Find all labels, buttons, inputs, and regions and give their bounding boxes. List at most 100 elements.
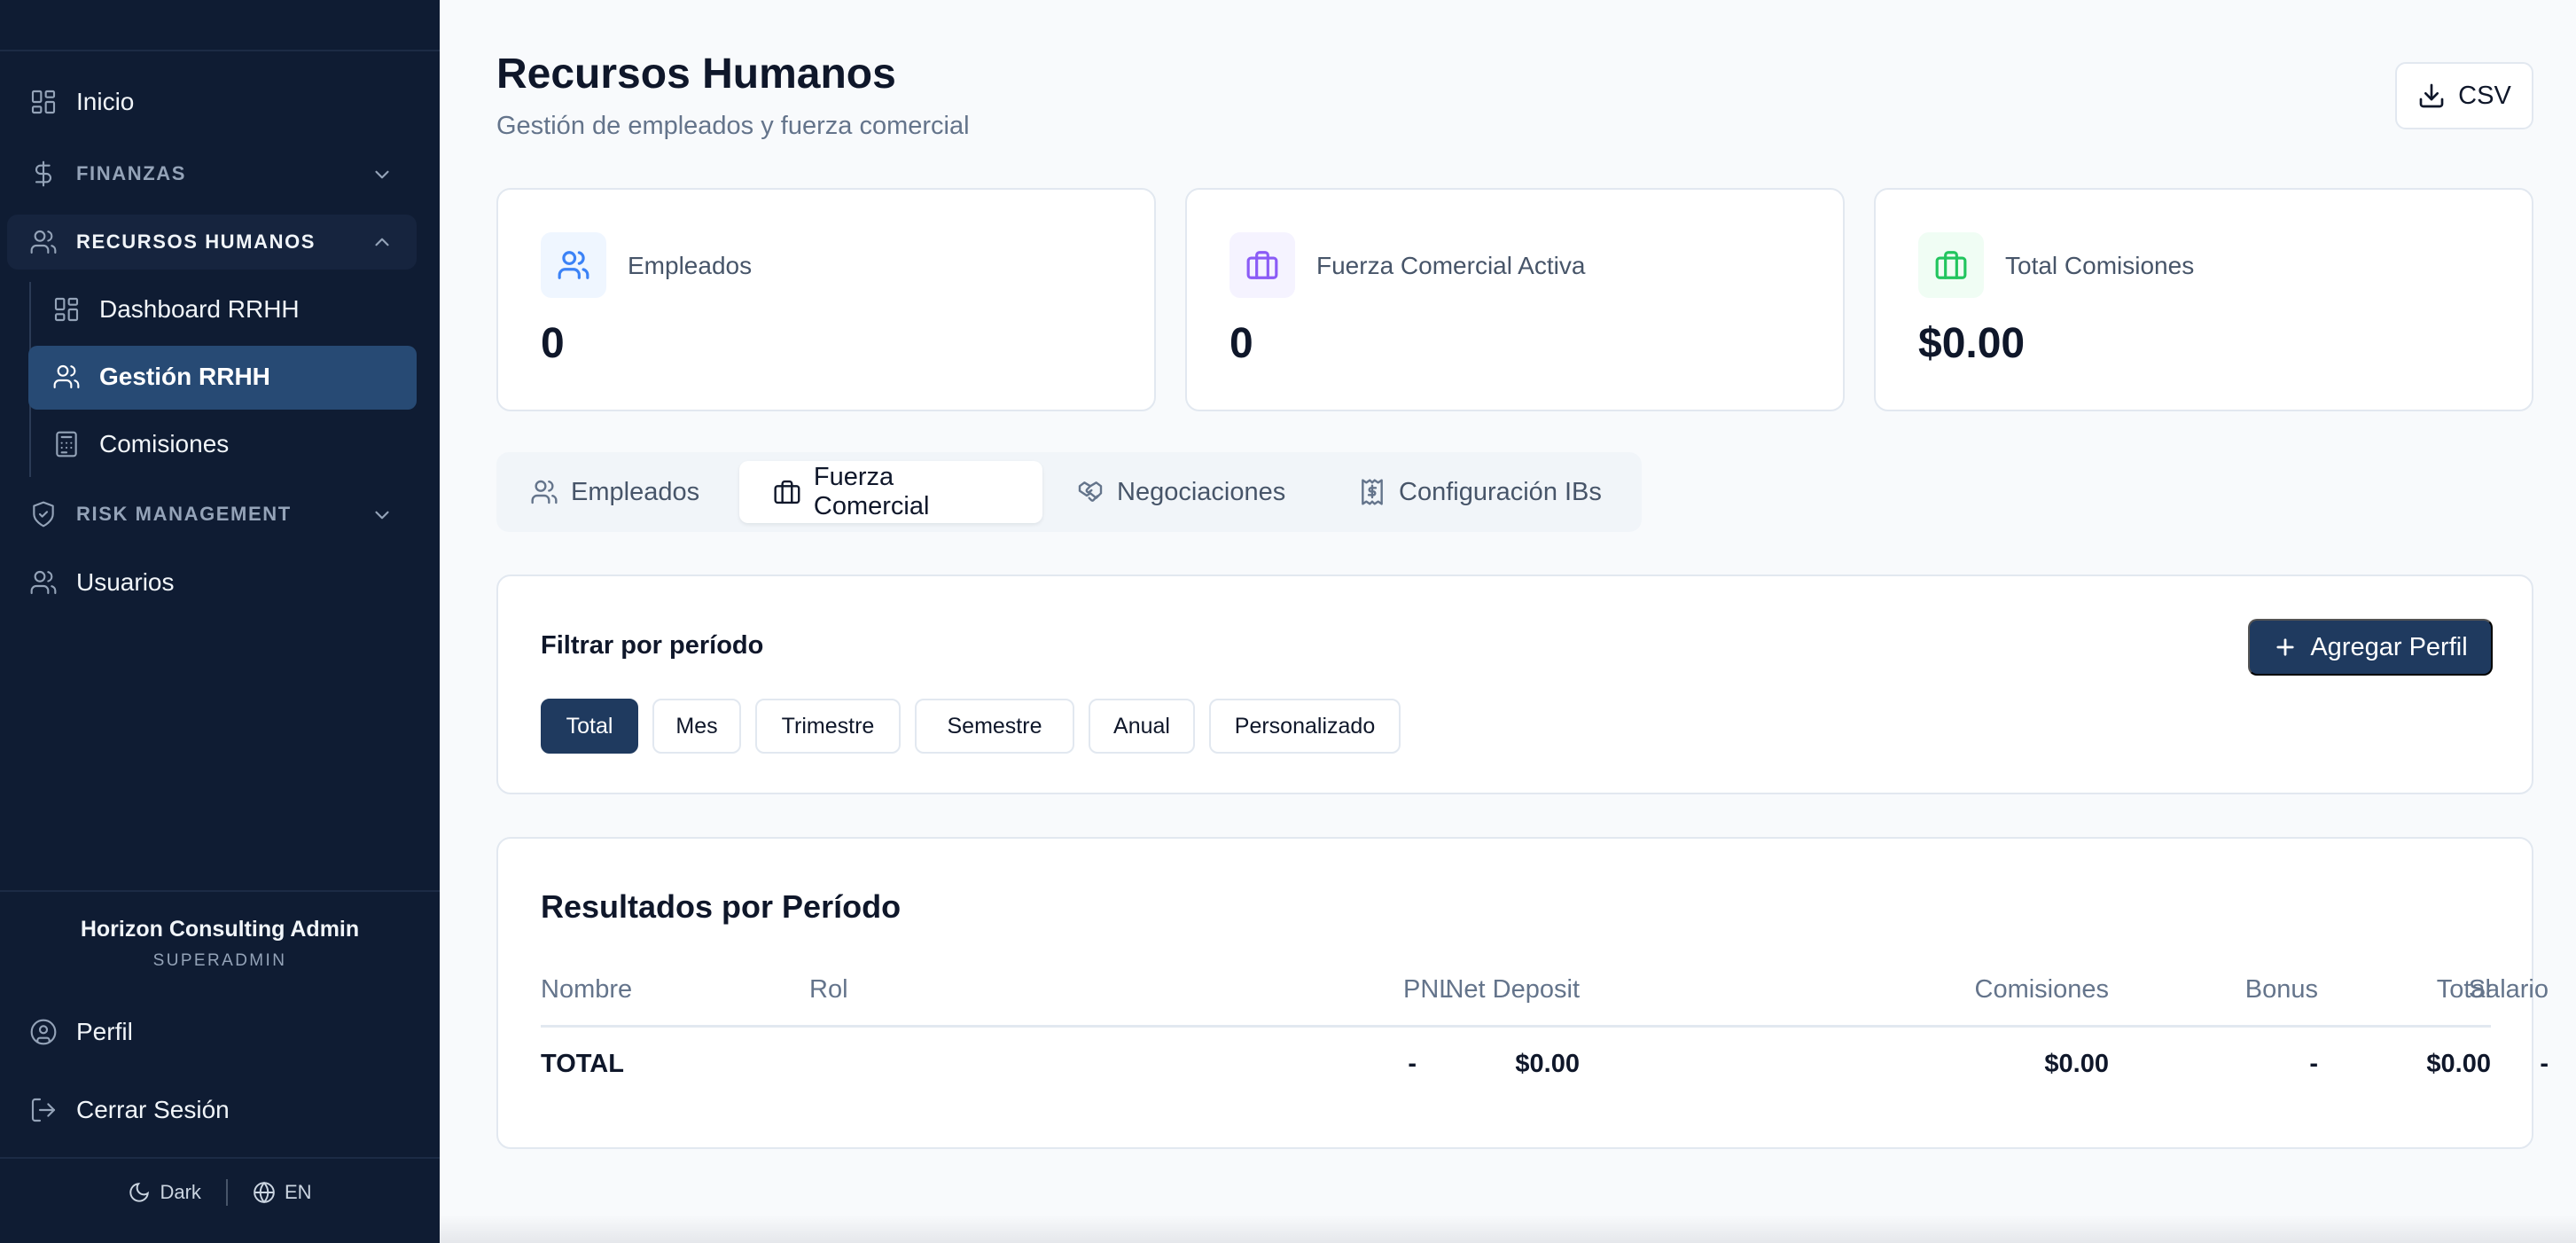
page-subtitle: Gestión de empleados y fuerza comercial [496, 112, 970, 140]
period-button-semestre[interactable]: Semestre [915, 699, 1074, 754]
users-icon [28, 227, 59, 257]
sidebar-section-risk-management[interactable]: RISK MANAGEMENT [28, 499, 292, 529]
briefcase-icon [1918, 232, 1984, 298]
tab-label: Fuerza Comercial [813, 463, 930, 520]
tab-label: Negociaciones [1117, 477, 1286, 506]
briefcase-icon [774, 480, 800, 504]
table-header-divider [541, 1025, 2491, 1028]
dashboard-grid-icon [51, 294, 82, 324]
users-icon [531, 480, 558, 504]
users-icon [541, 232, 606, 298]
sidebar-item-label: Inicio [76, 88, 135, 115]
briefcase-icon [1229, 232, 1295, 298]
stat-value: 0 [541, 320, 565, 367]
logout-icon [28, 1095, 59, 1125]
user-name: Horizon Consulting Admin [80, 917, 360, 942]
footer-separator [225, 1179, 228, 1206]
plus-icon [2276, 638, 2294, 656]
theme-label: Dark [160, 1181, 201, 1203]
tab-bar: Empleados Fuerza Comercial Negociaciones… [496, 452, 1642, 532]
csv-label: CSV [2458, 81, 2511, 110]
chevron-down-icon[interactable] [371, 163, 394, 186]
stat-label: Fuerza Comercial Activa [1316, 252, 1586, 279]
theme-toggle[interactable]: Dark [128, 1181, 201, 1204]
stat-value: $0.00 [1918, 320, 2026, 367]
total-row-label: TOTAL [541, 1050, 624, 1078]
sidebar-item-label: Dashboard RRHH [99, 295, 300, 323]
tab-empleados[interactable]: Empleados [496, 461, 736, 523]
add-profile-button[interactable]: Agregar Perfil [2248, 619, 2493, 676]
user-circle-icon [28, 1017, 59, 1047]
chevron-down-icon[interactable] [371, 504, 394, 527]
tab-label: Empleados [571, 477, 700, 506]
filter-title: Filtrar por período [541, 631, 764, 660]
period-filter-card: Filtrar por período Agregar Perfil Total… [496, 575, 2533, 794]
sidebar-item-usuarios[interactable]: Usuarios [28, 567, 174, 598]
dollar-icon [28, 159, 59, 189]
sidebar-top-divider [0, 50, 440, 51]
period-button-trimestre[interactable]: Trimestre [755, 699, 901, 754]
tab-fuerza-comercial[interactable]: Fuerza Comercial [739, 461, 1042, 523]
column-header-rol: Rol [809, 975, 848, 1004]
sidebar-item-dashboard-rrhh[interactable]: Dashboard RRHH [51, 294, 300, 324]
shield-icon [28, 499, 59, 529]
sidebar-section-finanzas[interactable]: FINANZAS [28, 159, 186, 189]
sidebar-item-label: Perfil [76, 1018, 133, 1045]
language-label: EN [284, 1181, 312, 1203]
sidebar-bottom-divider [0, 1157, 440, 1159]
stat-card-total-comisiones: Total Comisiones $0.00 [1874, 188, 2533, 411]
sidebar: Inicio FINANZAS RECURSOS HUMANOS Dashboa… [0, 0, 440, 1243]
handshake-icon [1078, 481, 1103, 502]
bottom-scroll-fade [440, 1215, 2576, 1243]
results-title: Resultados por Período [541, 888, 902, 925]
moon-icon [129, 1183, 150, 1202]
period-button-total[interactable]: Total [541, 699, 638, 754]
sidebar-item-label: Gestión RRHH [99, 363, 270, 390]
sidebar-item-comisiones[interactable]: Comisiones [51, 429, 229, 459]
sidebar-section-label: RECURSOS HUMANOS [76, 231, 316, 253]
stat-card-empleados: Empleados 0 [496, 188, 1156, 411]
stat-value: 0 [1229, 320, 1253, 367]
receipt-icon [1362, 479, 1383, 505]
total-pnl: - [1408, 1050, 1417, 1078]
user-info: Horizon Consulting Admin SUPERADMIN [0, 890, 440, 971]
sidebar-section-label: FINANZAS [76, 162, 187, 184]
users-icon [28, 567, 59, 598]
stat-card-fuerza-comercial: Fuerza Comercial Activa 0 [1185, 188, 1845, 411]
sidebar-footer: Dark EN [0, 1179, 440, 1206]
period-button-mes[interactable]: Mes [652, 699, 741, 754]
column-header-net-deposit: Net Deposit [1445, 975, 1580, 1004]
stat-label: Total Comisiones [2005, 252, 2195, 279]
language-toggle[interactable]: EN [253, 1181, 312, 1204]
add-profile-label: Agregar Perfil [2310, 632, 2468, 661]
csv-export-button[interactable]: CSV [2395, 62, 2533, 129]
results-card: Resultados por Período Nombre Rol Net De… [496, 837, 2549, 1149]
globe-icon [254, 1181, 275, 1204]
users-icon [51, 362, 82, 392]
tab-label: Configuración IBs [1399, 477, 1602, 506]
tab-configuracion-ibs[interactable]: Configuración IBs [1324, 461, 1642, 523]
page-title: Recursos Humanos [496, 51, 896, 98]
period-button-anual[interactable]: Anual [1089, 699, 1195, 754]
sidebar-item-gestion-rrhh[interactable]: Gestión RRHH [51, 362, 270, 392]
column-header-nombre: Nombre [541, 975, 633, 1004]
column-header-total: Total [2436, 975, 2491, 1004]
sidebar-section-label: RISK MANAGEMENT [76, 503, 292, 525]
sidebar-item-label: Usuarios [76, 568, 175, 596]
chevron-up-icon[interactable] [371, 231, 394, 254]
tab-negociaciones[interactable]: Negociaciones [1042, 461, 1324, 523]
download-icon [2419, 83, 2444, 108]
stat-label: Empleados [628, 252, 753, 279]
sidebar-section-recursos-humanos[interactable]: RECURSOS HUMANOS [28, 227, 316, 257]
sidebar-item-label: Cerrar Sesión [76, 1096, 230, 1123]
dashboard-grid-icon [28, 87, 59, 117]
total-total: $0.00 [2426, 1050, 2491, 1078]
logout-button[interactable]: Cerrar Sesión [28, 1095, 230, 1125]
sidebar-item-label: Comisiones [99, 430, 230, 457]
user-role: SUPERADMIN [152, 951, 287, 970]
period-button-personalizado[interactable]: Personalizado [1209, 699, 1401, 754]
sidebar-item-inicio[interactable]: Inicio [28, 87, 134, 117]
sidebar-item-perfil[interactable]: Perfil [28, 1017, 133, 1047]
column-header-pnl: PNL [1403, 975, 1454, 1004]
calculator-icon [51, 429, 82, 459]
